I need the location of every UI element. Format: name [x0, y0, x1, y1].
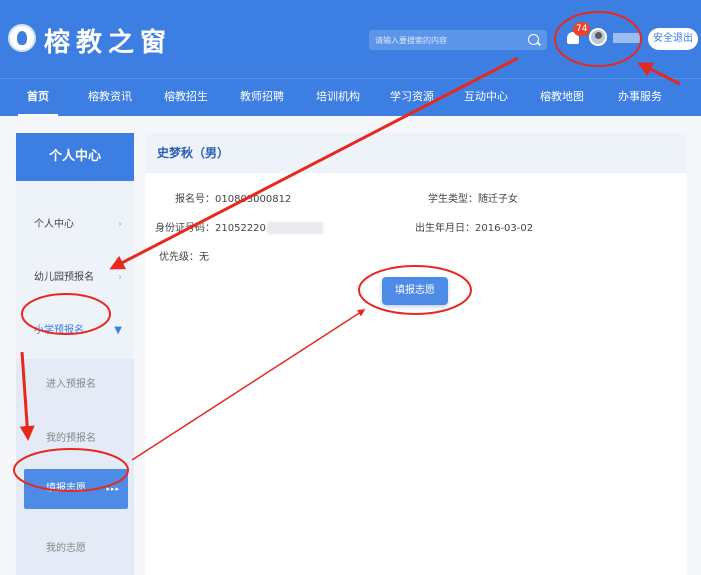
- avatar[interactable]: [589, 28, 607, 46]
- sidebar: 个人中心 个人中心 › 幼儿园预报名 › 小学预报名 ▼ 进入预报名 我的预报名…: [16, 133, 134, 575]
- header-bar: 榕教之窗 74 安全退出: [0, 0, 701, 78]
- sidebar-item-primary-school[interactable]: 小学预报名 ▼: [16, 309, 134, 353]
- redaction-blur: [266, 222, 323, 234]
- search-icon[interactable]: [528, 34, 539, 45]
- search-input[interactable]: [375, 32, 523, 48]
- main-nav: 首页 榕教资讯 榕教招生 教师招聘 培训机构 学习资源 互动中心 榕教地图 办事…: [0, 78, 701, 117]
- chevron-right-icon: ›: [118, 272, 122, 283]
- sidebar-item-label: 幼儿园预报名: [34, 272, 94, 283]
- id-number: 身份证号码：21052220: [155, 223, 266, 234]
- submenu-fill-preferences[interactable]: 填报志愿 ▸▸▸: [24, 469, 128, 509]
- sidebar-title: 个人中心: [16, 133, 134, 181]
- search-box[interactable]: [369, 30, 547, 50]
- nav-news[interactable]: 榕教资讯: [82, 79, 138, 117]
- chevron-down-icon: ▼: [114, 325, 122, 336]
- site-logo-text[interactable]: 榕教之窗: [44, 22, 172, 59]
- chevron-right-icon: ›: [118, 219, 122, 230]
- main-panel: 史梦秋（男） 报名号：010803000812 学生类型：随迁子女 身份证号码：…: [145, 133, 687, 575]
- fill-preferences-button[interactable]: 填报志愿: [382, 277, 448, 305]
- registration-number: 报名号：010803000812: [175, 194, 292, 205]
- sidebar-item-kindergarten[interactable]: 幼儿园预报名 ›: [16, 256, 134, 300]
- content-area: 个人中心 个人中心 › 幼儿园预报名 › 小学预报名 ▼ 进入预报名 我的预报名…: [0, 116, 701, 575]
- sidebar-submenu: 进入预报名 我的预报名 填报志愿 ▸▸▸ 我的志愿: [16, 359, 134, 575]
- notification-badge: 74: [573, 22, 591, 36]
- arrows-icon: ▸▸▸: [106, 485, 120, 493]
- id-number-row: 身份证号码：21052220: [155, 219, 323, 234]
- nav-services[interactable]: 办事服务: [612, 79, 668, 117]
- logout-button[interactable]: 安全退出: [648, 28, 698, 50]
- priority: 优先级：无: [159, 252, 209, 263]
- student-name: 史梦秋（男）: [145, 133, 687, 173]
- nav-map[interactable]: 榕教地图: [534, 79, 590, 117]
- submenu-label: 填报志愿: [46, 483, 86, 494]
- sidebar-item-label: 个人中心: [34, 219, 74, 230]
- nav-training[interactable]: 培训机构: [310, 79, 366, 117]
- sidebar-item-label: 小学预报名: [34, 325, 84, 336]
- submenu-enter-registration[interactable]: 进入预报名: [16, 365, 134, 405]
- student-type: 学生类型：随迁子女: [428, 194, 518, 205]
- submenu-my-registration[interactable]: 我的预报名: [16, 419, 134, 459]
- submenu-my-preferences[interactable]: 我的志愿: [16, 529, 134, 569]
- nav-enrollment[interactable]: 榕教招生: [158, 79, 214, 117]
- birth-date: 出生年月日：2016-03-02: [415, 223, 534, 234]
- logo-icon: [8, 24, 36, 52]
- nav-resources[interactable]: 学习资源: [384, 79, 440, 117]
- nav-teacher-recruit[interactable]: 教师招聘: [234, 79, 290, 117]
- username-redacted[interactable]: [613, 33, 641, 43]
- sidebar-item-personal-center[interactable]: 个人中心 ›: [16, 203, 134, 247]
- nav-home[interactable]: 首页: [18, 79, 58, 117]
- nav-interaction[interactable]: 互动中心: [458, 79, 514, 117]
